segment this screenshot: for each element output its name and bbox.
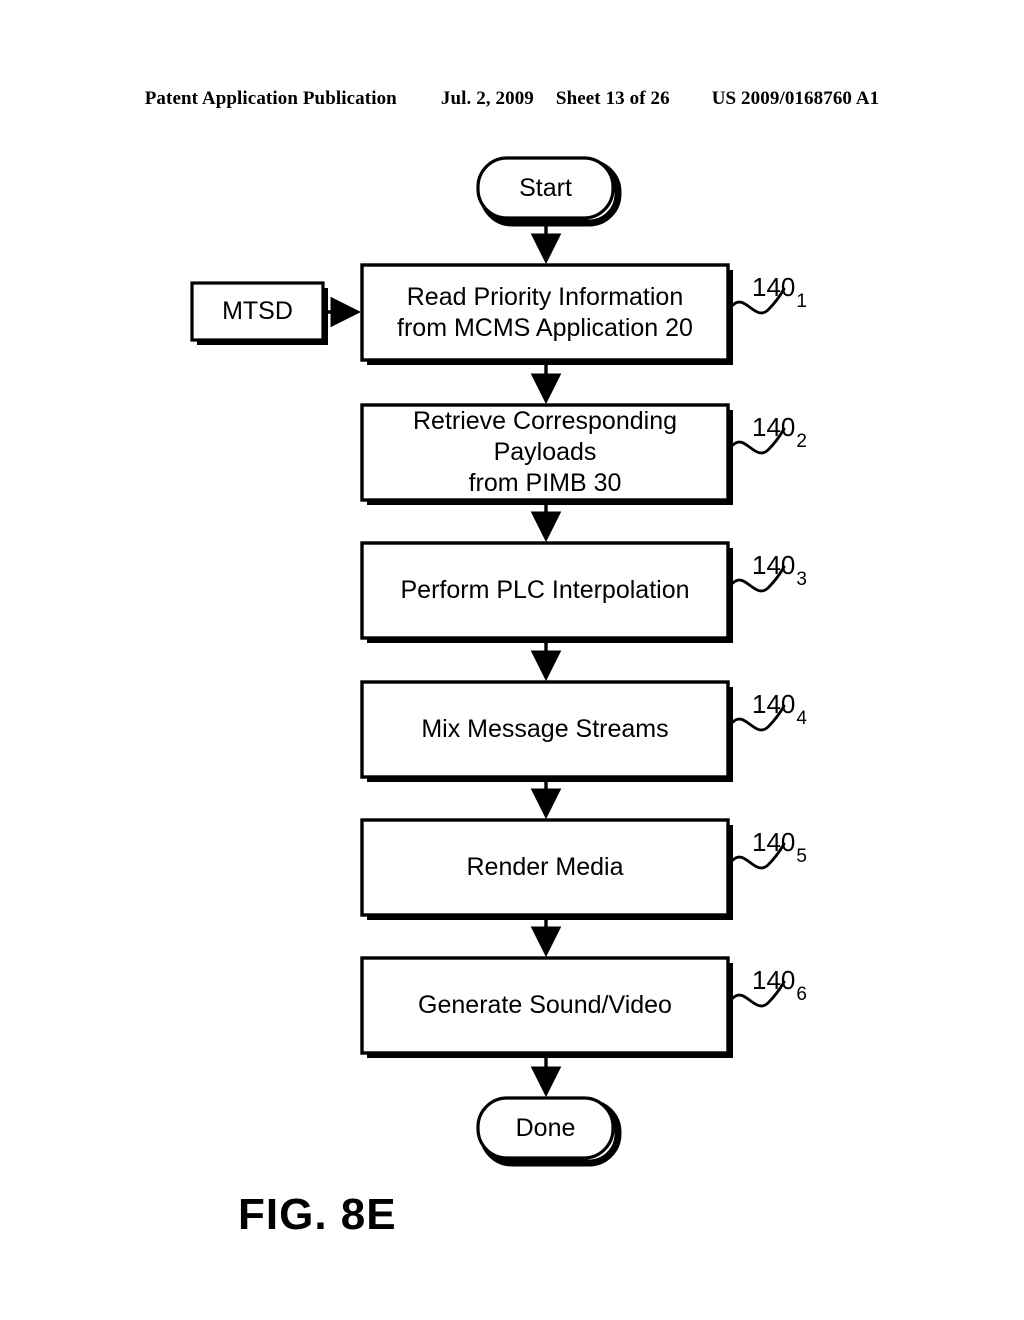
- reference-numeral-140-2: 1402: [752, 412, 807, 453]
- reference-numeral-140-3: 1403: [752, 550, 807, 591]
- reference-numeral-140-3-subscript: 3: [796, 569, 807, 591]
- step-1-box-shape: [360, 263, 733, 365]
- mtsd-box-shape: [190, 281, 328, 345]
- reference-numeral-140-4-subscript: 4: [796, 708, 807, 730]
- flowchart-graphics: [190, 156, 786, 1167]
- reference-numeral-140-6: 1406: [752, 965, 807, 1006]
- reference-numeral-140-3-base: 140: [752, 550, 796, 580]
- start-terminator-shape: [476, 156, 622, 227]
- reference-numeral-140-6-base: 140: [752, 965, 796, 995]
- done-terminator-shape: [476, 1096, 622, 1167]
- step-2-box-shape: [360, 403, 733, 505]
- patent-drawing-page: Patent Application Publication Jul. 2, 2…: [0, 0, 1024, 1320]
- reference-numeral-140-5-base: 140: [752, 827, 796, 857]
- step-6-box-shape: [360, 956, 733, 1058]
- reference-numeral-140-2-subscript: 2: [796, 431, 807, 453]
- step-5-box-shape: [360, 818, 733, 920]
- reference-numeral-140-1-base: 140: [752, 272, 796, 302]
- figure-caption: FIG. 8E: [238, 1190, 397, 1239]
- step-3-box-shape: [360, 541, 733, 643]
- reference-leader-lines: [731, 287, 786, 1008]
- reference-numeral-140-4: 1404: [752, 689, 807, 730]
- reference-numeral-140-2-base: 140: [752, 412, 796, 442]
- reference-numeral-140-6-subscript: 6: [796, 984, 807, 1006]
- reference-numeral-140-1-subscript: 1: [796, 291, 807, 313]
- reference-numeral-140-4-base: 140: [752, 689, 796, 719]
- reference-numeral-140-5: 1405: [752, 827, 807, 868]
- reference-numeral-140-1: 1401: [752, 272, 807, 313]
- step-4-box-shape: [360, 680, 733, 782]
- reference-numeral-140-5-subscript: 5: [796, 846, 807, 868]
